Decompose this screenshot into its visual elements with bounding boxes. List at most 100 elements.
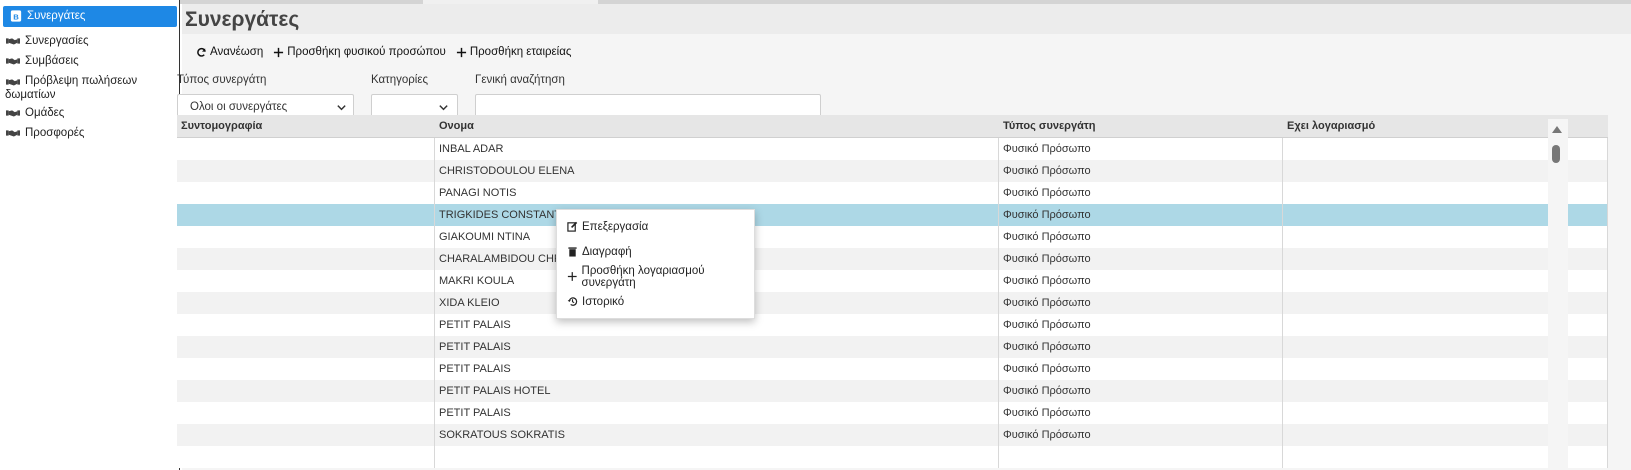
table-row[interactable]: SOKRATOUS SOKRATIS Φυσικό Πρόσωπο xyxy=(177,424,1608,446)
handshake-icon xyxy=(6,58,20,65)
cell-partner-type: Φυσικό Πρόσωπο xyxy=(999,424,1283,446)
scroll-thumb[interactable] xyxy=(1552,145,1560,163)
cell-partner-type: Φυσικό Πρόσωπο xyxy=(999,292,1283,314)
context-menu: Επεξεργασία Διαγραφή Προσθήκη λογαριασμο… xyxy=(556,209,755,319)
cell-abbreviation xyxy=(177,402,435,424)
add-company-button[interactable]: Προσθήκη εταιρείας xyxy=(456,46,572,58)
title-bar xyxy=(182,4,1631,34)
cell-partner-type: Φυσικό Πρόσωπο xyxy=(999,226,1283,248)
sidebar-item-room-sales-forecast[interactable]: Πρόβλεψη πωλήσεων δωματίων xyxy=(0,71,179,102)
cell-abbreviation xyxy=(177,160,435,182)
cell-partner-type: Φυσικό Πρόσωπο xyxy=(999,138,1283,160)
cell-name: CHRISTODOULOU ELENA xyxy=(435,160,999,182)
cell-name: PETIT PALAIS xyxy=(435,336,999,358)
menu-item-label: Διαγραφή xyxy=(582,245,632,258)
sidebar-item-collaborations[interactable]: Συνεργασίες xyxy=(0,31,179,51)
sidebar-item-label: Συνεργασίες xyxy=(25,35,89,47)
cell-abbreviation xyxy=(177,248,435,270)
handshake-icon xyxy=(6,130,20,137)
column-header-partner-type[interactable]: Τύπος συνεργάτη xyxy=(999,115,1283,137)
cell-abbreviation xyxy=(177,226,435,248)
menu-item-add-partner-account[interactable]: Προσθήκη λογαριασμού συνεργάτη xyxy=(557,264,754,289)
table-row[interactable]: CHARALAMBIDOU CHRISTINA Φυσικό Πρόσωπο xyxy=(177,248,1608,270)
chevron-down-icon xyxy=(439,105,448,111)
menu-item-edit[interactable]: Επεξεργασία xyxy=(557,214,754,239)
cell-partner-type: Φυσικό Πρόσωπο xyxy=(999,182,1283,204)
partners-grid: Συντομογραφία Ονομα Τύπος συνεργάτη Εχει… xyxy=(177,115,1608,468)
table-row[interactable]: TRIGKIDES CONSTANTINOS Φυσικό Πρόσωπο xyxy=(177,204,1608,226)
svg-text:B: B xyxy=(13,12,19,21)
contact-card-icon: B xyxy=(10,10,22,22)
sidebar-item-label: Προσφορές xyxy=(25,127,85,139)
cell-abbreviation xyxy=(177,380,435,402)
table-row[interactable]: MAKRI KOULA Φυσικό Πρόσωπο xyxy=(177,270,1608,292)
cell-name: PANAGI NOTIS xyxy=(435,182,999,204)
menu-item-history[interactable]: Ιστορικό xyxy=(557,289,754,314)
column-header-name[interactable]: Ονομα xyxy=(435,115,999,137)
cell-name: INBAL ADAR xyxy=(435,138,999,160)
cell-partner-type: Φυσικό Πρόσωπο xyxy=(999,160,1283,182)
plus-icon xyxy=(274,47,284,57)
cell-partner-type xyxy=(999,446,1283,468)
vertical-scrollbar[interactable] xyxy=(1548,119,1568,470)
refresh-label: Ανανέωση xyxy=(210,46,264,58)
cell-name: PETIT PALAIS HOTEL xyxy=(435,380,999,402)
menu-item-label: Ιστορικό xyxy=(582,295,625,308)
page-title: Συνεργάτες xyxy=(185,8,300,31)
sidebar-item-label: Συμβάσεις xyxy=(25,55,79,67)
table-row[interactable]: PETIT PALAIS Φυσικό Πρόσωπο xyxy=(177,336,1608,358)
chevron-down-icon xyxy=(337,105,346,111)
cell-partner-type: Φυσικό Πρόσωπο xyxy=(999,358,1283,380)
partner-type-value: Ολοι οι συνεργάτες xyxy=(190,101,288,113)
cell-partner-type: Φυσικό Πρόσωπο xyxy=(999,270,1283,292)
table-row[interactable]: GIAKOUMI NTINA Φυσικό Πρόσωπο xyxy=(177,226,1608,248)
table-row[interactable] xyxy=(177,446,1608,468)
cell-name: SOKRATOUS SOKRATIS xyxy=(435,424,999,446)
grid-body: INBAL ADAR Φυσικό Πρόσωπο CHRISTODOULOU EL… xyxy=(177,138,1608,468)
toolbar: Ανανέωση Προσθήκη φυσικού προσώπου Προσθ… xyxy=(196,46,571,58)
sidebar-item-partners[interactable]: B Συνεργάτες xyxy=(3,6,177,27)
sidebar-item-label: Ομάδες xyxy=(25,107,65,119)
menu-item-label: Επεξεργασία xyxy=(582,220,649,233)
sidebar-item-groups[interactable]: Ομάδες xyxy=(0,103,179,123)
table-row[interactable]: INBAL ADAR Φυσικό Πρόσωπο xyxy=(177,138,1608,160)
add-person-button[interactable]: Προσθήκη φυσικού προσώπου xyxy=(273,46,446,58)
cell-partner-type: Φυσικό Πρόσωπο xyxy=(999,314,1283,336)
cell-abbreviation xyxy=(177,314,435,336)
cell-abbreviation xyxy=(177,446,435,468)
handshake-icon xyxy=(6,38,20,45)
refresh-button[interactable]: Ανανέωση xyxy=(196,46,263,58)
add-person-label: Προσθήκη φυσικού προσώπου xyxy=(287,46,446,58)
sidebar-item-offers[interactable]: Προσφορές xyxy=(0,123,179,143)
handshake-icon xyxy=(6,79,20,86)
cell-abbreviation xyxy=(177,138,435,160)
table-row[interactable]: XIDA KLEIO Φυσικό Πρόσωπο xyxy=(177,292,1608,314)
scroll-up-icon[interactable] xyxy=(1552,126,1562,133)
grid-header: Συντομογραφία Ονομα Τύπος συνεργάτη Εχει… xyxy=(177,115,1608,138)
column-header-abbreviation[interactable]: Συντομογραφία xyxy=(177,115,435,137)
cell-abbreviation xyxy=(177,292,435,314)
table-row[interactable]: PANAGI NOTIS Φυσικό Πρόσωπο xyxy=(177,182,1608,204)
add-company-label: Προσθήκη εταιρείας xyxy=(469,46,572,58)
plus-icon xyxy=(456,47,466,57)
categories-label: Κατηγορίες xyxy=(371,74,429,86)
cell-abbreviation xyxy=(177,204,435,226)
cell-partner-type: Φυσικό Πρόσωπο xyxy=(999,204,1283,226)
table-row[interactable]: PETIT PALAIS HOTEL Φυσικό Πρόσωπο xyxy=(177,380,1608,402)
plus-icon xyxy=(567,272,577,281)
table-row[interactable]: CHRISTODOULOU ELENA Φυσικό Πρόσωπο xyxy=(177,160,1608,182)
table-row[interactable]: PETIT PALAIS Φυσικό Πρόσωπο xyxy=(177,402,1608,424)
table-row[interactable]: PETIT PALAIS Φυσικό Πρόσωπο xyxy=(177,314,1608,336)
menu-item-label: Προσθήκη λογαριασμού συνεργάτη xyxy=(581,264,705,289)
cell-abbreviation xyxy=(177,424,435,446)
table-row[interactable]: PETIT PALAIS Φυσικό Πρόσωπο xyxy=(177,358,1608,380)
sidebar-item-contracts[interactable]: Συμβάσεις xyxy=(0,51,179,71)
cell-abbreviation xyxy=(177,182,435,204)
cell-abbreviation xyxy=(177,358,435,380)
sidebar: B Συνεργάτες Συνεργασίες Συμβάσεις Πρόβλ… xyxy=(0,0,180,470)
cell-partner-type: Φυσικό Πρόσωπο xyxy=(999,336,1283,358)
menu-item-delete[interactable]: Διαγραφή xyxy=(557,239,754,264)
cell-partner-type: Φυσικό Πρόσωπο xyxy=(999,380,1283,402)
cell-name: PETIT PALAIS xyxy=(435,358,999,380)
main-panel: Συνεργάτες Ανανέωση Προσθήκη φυσικού προ… xyxy=(177,4,1631,470)
